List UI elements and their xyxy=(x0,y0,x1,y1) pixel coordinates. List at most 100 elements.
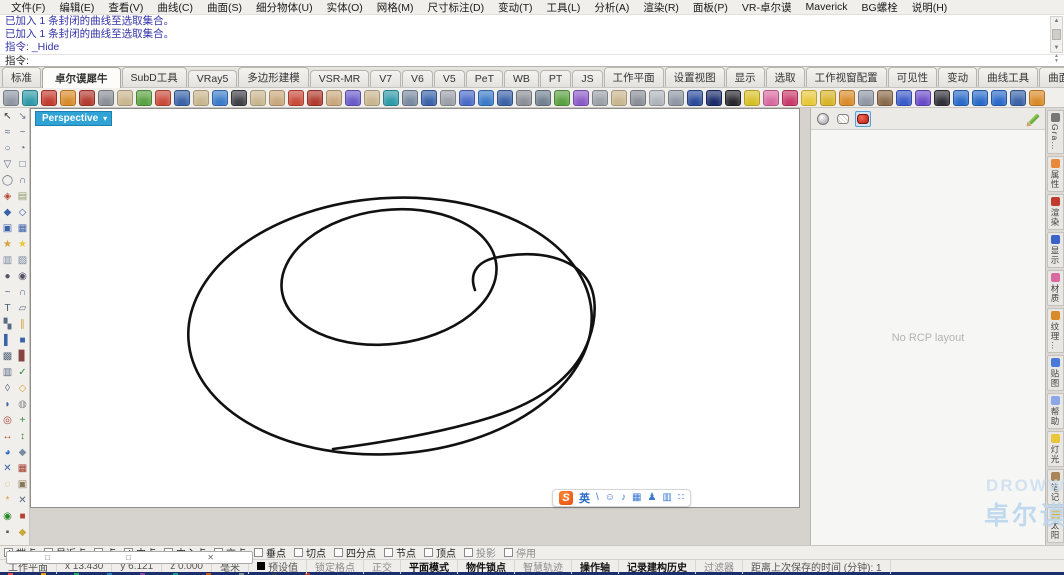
sidebar-tool-icon[interactable]: ● xyxy=(4,270,10,284)
panel-tab[interactable]: 属性 xyxy=(1046,155,1064,192)
sidebar-tool-icon[interactable]: ▣ xyxy=(18,478,27,492)
toolbar-icon[interactable] xyxy=(41,89,57,106)
sidebar-tool-icon[interactable]: ◆ xyxy=(19,526,27,540)
floating-mini-window[interactable]: □ □ ✕ xyxy=(6,551,253,564)
sidebar-tool-icon[interactable]: ◈ xyxy=(4,190,12,204)
sidebar-tool-icon[interactable]: ∥ xyxy=(20,318,25,332)
toolbar-icon[interactable] xyxy=(269,89,285,106)
scroll-down-icon[interactable]: ▼ xyxy=(1054,44,1060,52)
toolbar-icon[interactable] xyxy=(573,89,589,106)
sidebar-tool-icon[interactable]: ▚ xyxy=(4,318,12,332)
menu-item[interactable]: BG螺栓 xyxy=(855,0,905,15)
toolbar-icon[interactable] xyxy=(592,89,608,106)
menu-item[interactable]: 查看(V) xyxy=(101,0,150,15)
toolbar-tab[interactable]: VSR-MR xyxy=(309,70,370,87)
sidebar-tool-icon[interactable]: ◉ xyxy=(18,270,27,284)
sidebar-tool-icon[interactable]: ▊ xyxy=(19,350,27,364)
toolbar-icon[interactable] xyxy=(706,89,722,106)
toolbar-icon[interactable] xyxy=(497,89,513,106)
status-cell[interactable]: 平面模式 xyxy=(401,558,458,574)
panel-tab[interactable]: 显示 xyxy=(1046,231,1064,268)
toolbar-icon[interactable] xyxy=(421,89,437,106)
toolbar-icon[interactable] xyxy=(326,89,342,106)
sidebar-tool-icon[interactable]: □ xyxy=(19,158,25,172)
sidebar-tool-icon[interactable]: ◇ xyxy=(19,382,27,396)
toolbar-tab[interactable]: SubD工具 xyxy=(121,67,187,87)
window-button-icon[interactable]: □ xyxy=(126,553,131,562)
ime-tool-icon[interactable]: ☺ xyxy=(605,492,615,504)
toolbar-icon[interactable] xyxy=(535,89,551,106)
menu-item[interactable]: 曲面(S) xyxy=(200,0,249,15)
sidebar-tool-icon[interactable]: ↖ xyxy=(3,110,11,124)
menu-item[interactable]: 尺寸标注(D) xyxy=(421,0,492,15)
toolbar-tab[interactable]: PT xyxy=(539,70,572,87)
sidebar-tool-icon[interactable]: ◍ xyxy=(18,398,27,412)
menu-item[interactable]: 工具(L) xyxy=(540,0,588,15)
menu-item[interactable]: 编辑(E) xyxy=(52,0,101,15)
toolbar-icon[interactable] xyxy=(877,89,893,106)
ime-tool-icon[interactable]: ♟ xyxy=(647,492,656,504)
toolbar-icon[interactable] xyxy=(972,89,988,106)
sidebar-tool-icon[interactable]: ∩ xyxy=(19,286,26,300)
menu-item[interactable]: 细分物体(U) xyxy=(249,0,320,15)
toolbar-icon[interactable] xyxy=(383,89,399,106)
status-cell[interactable]: 物件锁点 xyxy=(458,558,515,574)
toolbar-tab[interactable]: 设置视图 xyxy=(664,67,725,87)
sidebar-tool-icon[interactable]: ✓ xyxy=(18,366,26,380)
sidebar-tool-icon[interactable]: ◗ xyxy=(4,398,10,412)
panel-tab[interactable]: 灯光 xyxy=(1046,431,1064,468)
toolbar-icon[interactable] xyxy=(668,89,684,106)
toolbar-icon[interactable] xyxy=(649,89,665,106)
sidebar-tool-icon[interactable]: ▌ xyxy=(4,334,11,348)
menu-item[interactable]: 面板(P) xyxy=(686,0,735,15)
sidebar-tool-icon[interactable]: ~ xyxy=(20,126,26,140)
toolbar-icon[interactable] xyxy=(554,89,570,106)
toolbar-tab[interactable]: 曲线工具 xyxy=(978,67,1039,87)
toolbar-icon[interactable] xyxy=(174,89,190,106)
sidebar-tool-icon[interactable]: ↘ xyxy=(18,110,26,124)
toolbar-icon[interactable] xyxy=(630,89,646,106)
prompt-spinner[interactable]: ▲ ▼ xyxy=(1051,53,1062,65)
chevron-down-icon[interactable]: ▾ xyxy=(103,114,107,123)
toolbar-icon[interactable] xyxy=(136,89,152,106)
toolbar-tab[interactable]: 工作视窗配置 xyxy=(805,67,887,87)
ime-tool-icon[interactable]: ▦ xyxy=(632,492,641,504)
toolbar-icon[interactable] xyxy=(288,89,304,106)
panel-tab[interactable]: 笔记 xyxy=(1046,469,1064,506)
toolbar-tab[interactable]: VRay5 xyxy=(187,70,238,87)
sidebar-tool-icon[interactable]: ▣ xyxy=(3,222,12,236)
status-cell[interactable]: 智慧轨迹 xyxy=(515,558,572,574)
toolbar-icon[interactable] xyxy=(763,89,779,106)
status-cell[interactable]: 预设值 xyxy=(249,558,307,574)
sidebar-tool-icon[interactable]: ▥ xyxy=(3,254,12,268)
toolbar-icon[interactable] xyxy=(231,89,247,106)
edit-pencil-icon[interactable] xyxy=(1024,111,1041,129)
ime-tool-icon[interactable]: ∷ xyxy=(678,492,684,504)
toolbar-icon[interactable] xyxy=(934,89,950,106)
status-cell[interactable]: 距离上次保存的时间 (分钟): 1 xyxy=(743,558,891,574)
sidebar-tool-icon[interactable]: ▦ xyxy=(18,462,27,476)
torus-silhouette-drawing[interactable] xyxy=(31,109,799,507)
sidebar-tool-icon[interactable]: ▨ xyxy=(18,254,27,268)
sidebar-tool-icon[interactable]: ∩ xyxy=(19,174,26,188)
checkbox-icon[interactable] xyxy=(254,548,263,557)
checkbox-icon[interactable] xyxy=(384,548,393,557)
toolbar-icon[interactable] xyxy=(991,89,1007,106)
toolbar-icon[interactable] xyxy=(155,89,171,106)
sidebar-tool-icon[interactable]: ▪ xyxy=(6,526,10,540)
panel-tab[interactable]: 渲染 xyxy=(1046,193,1064,230)
sidebar-tool-icon[interactable]: ✕ xyxy=(18,494,26,508)
sidebar-tool-icon[interactable]: ■ xyxy=(19,510,25,524)
ime-language-toggle[interactable]: 英 xyxy=(579,490,590,506)
checkbox-icon[interactable] xyxy=(464,548,473,557)
toolbar-icon[interactable] xyxy=(839,89,855,106)
toolbar-icon[interactable] xyxy=(193,89,209,106)
toolbar-icon[interactable] xyxy=(516,89,532,106)
status-cell[interactable]: 锁定格点 xyxy=(307,558,364,574)
toolbar-icon[interactable] xyxy=(79,89,95,106)
sidebar-tool-icon[interactable]: ▦ xyxy=(18,222,27,236)
panel-tab[interactable]: 帮助 xyxy=(1046,393,1064,430)
toolbar-icon[interactable] xyxy=(364,89,380,106)
toolbar-icon[interactable] xyxy=(1010,89,1026,106)
sidebar-tool-icon[interactable]: ▩ xyxy=(3,350,12,364)
